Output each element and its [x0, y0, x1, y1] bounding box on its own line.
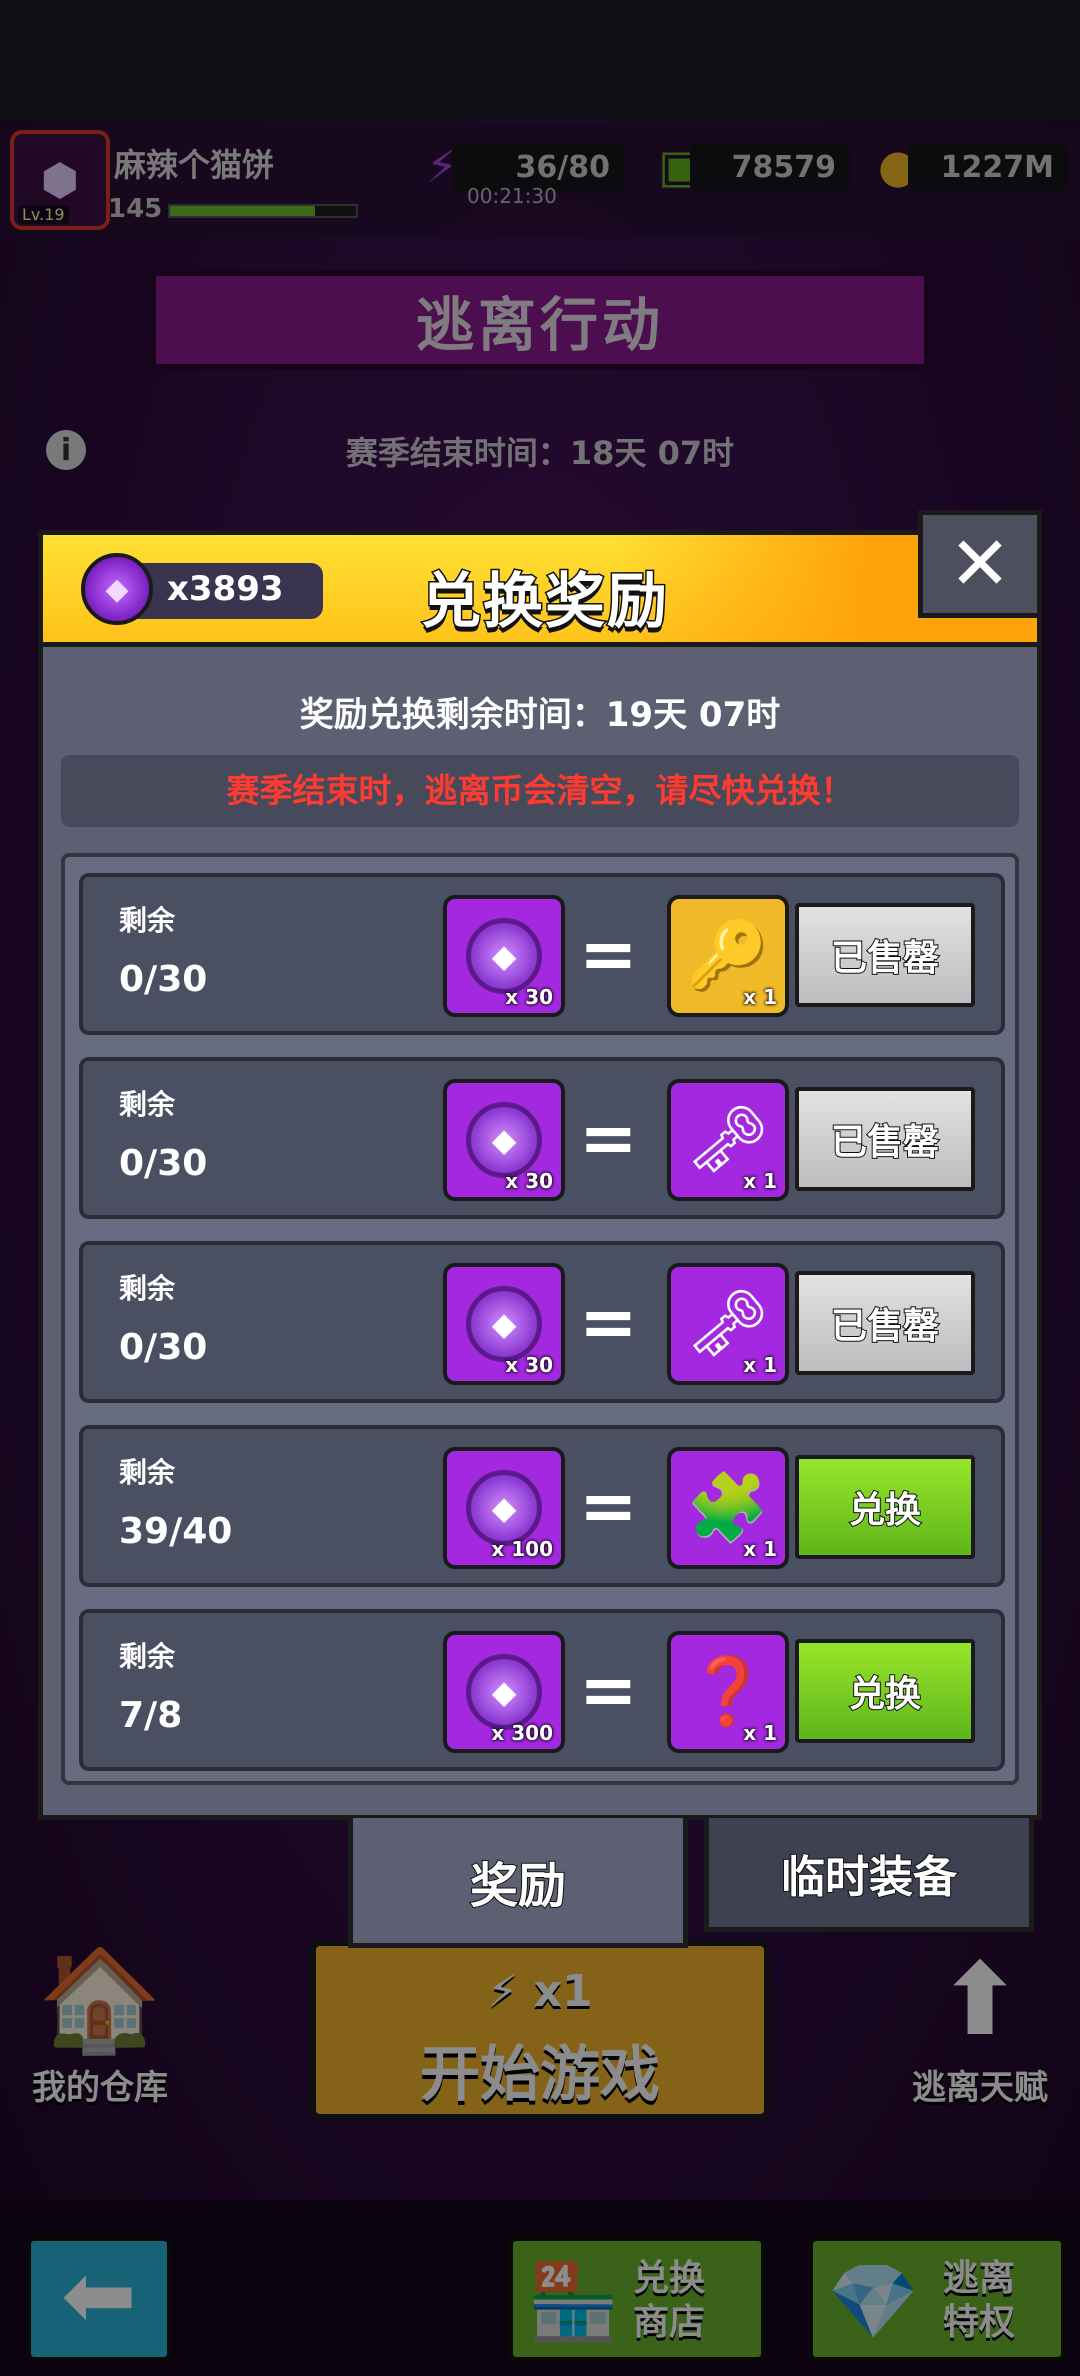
mystery-box-icon: ❓: [686, 1653, 770, 1730]
escape-coin-icon: ◆: [466, 1654, 542, 1730]
remaining-label: 剩余: [119, 904, 176, 937]
dialog-body: 奖励兑换剩余时间：19天 07时 赛季结束时，逃离币会清空，请尽快兑换！ 剩余 0…: [38, 642, 1042, 1820]
escape-coin-icon: ◆: [466, 1102, 542, 1178]
reward-tile[interactable]: ❓ x 1: [667, 1631, 789, 1753]
status-bar-background: [0, 0, 1080, 120]
exchange-button[interactable]: 兑换: [795, 1639, 975, 1743]
remaining-count: 0/30: [119, 1327, 208, 1368]
tab-reward[interactable]: 奖励: [348, 1818, 688, 1948]
exchange-reward-dialog: ◆ x3893 兑换奖励 ✕ 奖励兑换剩余时间：19天 07时 赛季结束时，逃离…: [38, 510, 1042, 1948]
escape-coin-icon: ◆: [466, 1286, 542, 1362]
tab-temp-equipment[interactable]: 临时装备: [704, 1818, 1034, 1932]
silver-key-icon: 🔑: [686, 917, 770, 994]
sold-out-button[interactable]: 已售罄: [795, 1271, 975, 1375]
reward-quantity: x 1: [743, 985, 777, 1009]
remaining-count: 0/30: [119, 1143, 208, 1184]
remaining-label: 剩余: [119, 1088, 176, 1121]
cost-quantity: x 100: [491, 1537, 553, 1561]
reward-tile[interactable]: 🧩 x 1: [667, 1447, 789, 1569]
exchange-row: 剩余 7/8 ◆ x 300 = ❓ x 1 兑换: [79, 1609, 1005, 1771]
cost-quantity: x 30: [505, 1169, 553, 1193]
reward-tile[interactable]: 🔑 x 1: [667, 895, 789, 1017]
sold-out-button[interactable]: 已售罄: [795, 1087, 975, 1191]
escape-coin-icon: ◆: [466, 1470, 542, 1546]
equals-sign: =: [579, 1465, 638, 1547]
equals-sign: =: [579, 1281, 638, 1363]
season-warning: 赛季结束时，逃离币会清空，请尽快兑换！: [61, 755, 1019, 827]
exchange-row: 剩余 39/40 ◆ x 100 = 🧩 x 1 兑换: [79, 1425, 1005, 1587]
reward-tile[interactable]: 🗝 x 1: [667, 1263, 789, 1385]
exchange-row: 剩余 0/30 ◆ x 30 = 🗝 x 1 已售罄: [79, 1241, 1005, 1403]
exchange-row: 剩余 0/30 ◆ x 30 = 🗝 x 1 已售罄: [79, 1057, 1005, 1219]
cost-tile: ◆ x 30: [443, 1079, 565, 1201]
cost-tile: ◆ x 30: [443, 1263, 565, 1385]
close-icon: ✕: [948, 521, 1011, 607]
exchange-remaining-time: 奖励兑换剩余时间：19天 07时: [299, 695, 781, 735]
cost-quantity: x 300: [491, 1721, 553, 1745]
remaining-label: 剩余: [119, 1640, 176, 1673]
reward-tile[interactable]: 🗝 x 1: [667, 1079, 789, 1201]
equals-sign: =: [579, 1649, 638, 1731]
reward-quantity: x 1: [743, 1721, 777, 1745]
close-button[interactable]: ✕: [918, 510, 1042, 618]
cost-tile: ◆ x 30: [443, 895, 565, 1017]
remaining-label: 剩余: [119, 1272, 176, 1305]
reward-quantity: x 1: [743, 1169, 777, 1193]
remaining-count: 0/30: [119, 959, 208, 1000]
dialog-header: ◆ x3893 兑换奖励: [38, 530, 1042, 650]
cost-quantity: x 30: [505, 985, 553, 1009]
remaining-count: 39/40: [119, 1511, 233, 1552]
cost-tile: ◆ x 100: [443, 1447, 565, 1569]
cost-quantity: x 30: [505, 1353, 553, 1377]
sold-out-button[interactable]: 已售罄: [795, 903, 975, 1007]
dialog-title: 兑换奖励: [420, 566, 669, 639]
reward-quantity: x 1: [743, 1537, 777, 1561]
puzzle-piece-icon: 🧩: [686, 1469, 770, 1546]
exchange-row: 剩余 0/30 ◆ x 30 = 🔑 x 1 已售罄: [79, 873, 1005, 1035]
equals-sign: =: [579, 1097, 638, 1179]
gold-key-purple-gem-icon: 🗝: [686, 1101, 770, 1178]
cost-tile: ◆ x 300: [443, 1631, 565, 1753]
exchange-button[interactable]: 兑换: [795, 1455, 975, 1559]
equals-sign: =: [579, 913, 638, 995]
escape-coin-icon: ◆: [466, 918, 542, 994]
exchange-list[interactable]: 剩余 0/30 ◆ x 30 = 🔑 x 1 已售罄 剩余 0/30 ◆ x 30 = 🗝 x 1 已售罄 剩余…: [61, 853, 1019, 1785]
gold-key-icon: 🗝: [686, 1285, 770, 1362]
reward-quantity: x 1: [743, 1353, 777, 1377]
remaining-count: 7/8: [119, 1695, 183, 1736]
remaining-label: 剩余: [119, 1456, 176, 1489]
